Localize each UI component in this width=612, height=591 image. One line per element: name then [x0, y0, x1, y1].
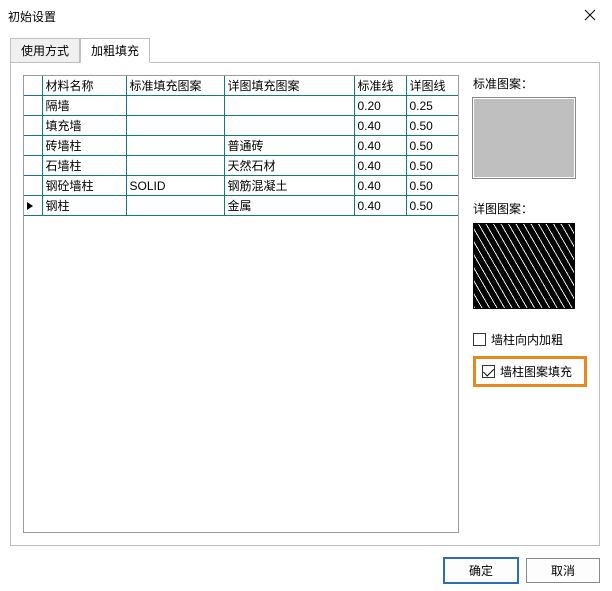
table-row[interactable]: 钢砼墙柱 SOLID 钢筋混凝土 0.40 0.50 [24, 176, 458, 196]
header-material-name[interactable]: 材料名称 [42, 76, 126, 96]
hatch-icon [474, 224, 574, 308]
rowmarker [24, 136, 42, 156]
cell-material-name[interactable]: 钢砼墙柱 [42, 176, 126, 196]
cell-std-pattern[interactable]: SOLID [126, 176, 224, 196]
titlebar: 初始设置 [0, 0, 612, 32]
dialog-body: 使用方式 加粗填充 [0, 32, 612, 591]
header-std-pattern[interactable]: 标准填充图案 [126, 76, 224, 96]
tab-usage[interactable]: 使用方式 [10, 38, 80, 63]
cancel-button[interactable]: 取消 [526, 558, 600, 583]
table-row[interactable]: 填充墙 0.40 0.50 [24, 116, 458, 136]
rowmarker [24, 156, 42, 176]
close-icon [584, 9, 596, 21]
cell-std-pattern[interactable] [126, 136, 224, 156]
cell-detail-pattern[interactable]: 金属 [224, 196, 354, 216]
header-detail-line[interactable]: 详图线 [406, 76, 458, 96]
std-pattern-label: 标准图案： [473, 75, 587, 92]
checkbox-pattern-fill[interactable] [482, 365, 495, 378]
checkbox-inner-bold-label: 墙柱向内加粗 [491, 331, 563, 348]
table-row[interactable]: 砖墙柱 普通砖 0.40 0.50 [24, 136, 458, 156]
cell-std-pattern[interactable] [126, 156, 224, 176]
cell-std-pattern[interactable] [126, 196, 224, 216]
detail-pattern-preview[interactable] [473, 223, 575, 309]
cell-std-pattern[interactable] [126, 116, 224, 136]
table-row[interactable]: 隔墙 0.20 0.25 [24, 96, 458, 116]
cell-std-line[interactable]: 0.20 [354, 96, 406, 116]
cell-std-line[interactable]: 0.40 [354, 116, 406, 136]
cell-std-line[interactable]: 0.40 [354, 136, 406, 156]
material-table[interactable]: 材料名称 标准填充图案 详图填充图案 标准线 详图线 隔墙 0.20 [24, 76, 459, 216]
cell-std-line[interactable]: 0.40 [354, 176, 406, 196]
table-header-row: 材料名称 标准填充图案 详图填充图案 标准线 详图线 [24, 76, 458, 96]
rowmarker [24, 116, 42, 136]
close-button[interactable] [567, 0, 612, 30]
cell-detail-line[interactable]: 0.50 [406, 116, 458, 136]
cell-detail-line[interactable]: 0.50 [406, 176, 458, 196]
rowmarker-current [24, 196, 42, 216]
detail-pattern-label: 详图图案： [473, 200, 587, 217]
cell-material-name[interactable]: 填充墙 [42, 116, 126, 136]
cell-material-name[interactable]: 钢柱 [42, 196, 126, 216]
header-detail-pattern[interactable]: 详图填充图案 [224, 76, 354, 96]
table-row[interactable]: 石墙柱 天然石材 0.40 0.50 [24, 156, 458, 176]
content-row: 材料名称 标准填充图案 详图填充图案 标准线 详图线 隔墙 0.20 [23, 75, 587, 533]
dialog-root: 初始设置 使用方式 加粗填充 [0, 0, 612, 591]
checkbox-inner-bold-row[interactable]: 墙柱向内加粗 [473, 331, 587, 348]
checkbox-inner-bold[interactable] [473, 333, 486, 346]
checkbox-pattern-fill-label: 墙柱图案填充 [500, 363, 572, 380]
cell-detail-pattern[interactable]: 钢筋混凝土 [224, 176, 354, 196]
tab-bold-fill[interactable]: 加粗填充 [80, 38, 150, 63]
header-rowmarker [24, 76, 42, 96]
checkbox-pattern-fill-highlight: 墙柱图案填充 [473, 356, 587, 387]
cell-std-pattern[interactable] [126, 96, 224, 116]
checkbox-pattern-fill-row[interactable]: 墙柱图案填充 [482, 363, 572, 380]
button-row: 确定 取消 [444, 558, 600, 583]
cell-detail-line[interactable]: 0.25 [406, 96, 458, 116]
cell-std-line[interactable]: 0.40 [354, 156, 406, 176]
header-std-line[interactable]: 标准线 [354, 76, 406, 96]
current-row-icon [27, 202, 33, 210]
cell-detail-pattern[interactable]: 天然石材 [224, 156, 354, 176]
cell-detail-line[interactable]: 0.50 [406, 136, 458, 156]
tab-bar: 使用方式 加粗填充 [10, 38, 600, 62]
cell-std-line[interactable]: 0.40 [354, 196, 406, 216]
ok-button[interactable]: 确定 [444, 558, 518, 583]
cell-material-name[interactable]: 石墙柱 [42, 156, 126, 176]
rowmarker [24, 96, 42, 116]
cell-detail-line[interactable]: 0.50 [406, 196, 458, 216]
cell-detail-line[interactable]: 0.50 [406, 156, 458, 176]
window-title: 初始设置 [8, 8, 56, 25]
cell-material-name[interactable]: 隔墙 [42, 96, 126, 116]
table-row[interactable]: 钢柱 金属 0.40 0.50 [24, 196, 458, 216]
cell-detail-pattern[interactable] [224, 116, 354, 136]
rowmarker [24, 176, 42, 196]
std-pattern-preview[interactable] [473, 98, 575, 178]
cell-detail-pattern[interactable] [224, 96, 354, 116]
tab-panel: 材料名称 标准填充图案 详图填充图案 标准线 详图线 隔墙 0.20 [10, 62, 600, 546]
material-table-wrap: 材料名称 标准填充图案 详图填充图案 标准线 详图线 隔墙 0.20 [23, 75, 459, 533]
cell-material-name[interactable]: 砖墙柱 [42, 136, 126, 156]
cell-detail-pattern[interactable]: 普通砖 [224, 136, 354, 156]
side-panel: 标准图案： 详图图案： 墙柱向内加粗 墙柱图案填充 [473, 75, 587, 533]
